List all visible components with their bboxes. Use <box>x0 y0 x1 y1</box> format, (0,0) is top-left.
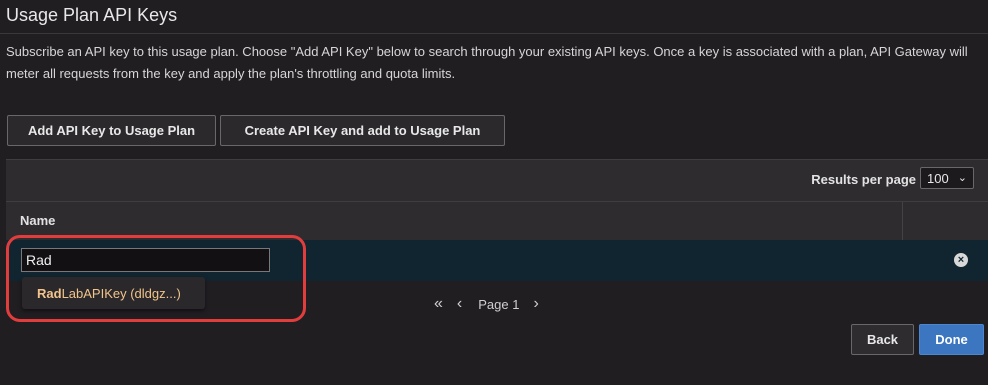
results-per-page-label: Results per page <box>811 172 916 187</box>
results-per-page-value: 100 <box>927 170 949 186</box>
done-button[interactable]: Done <box>919 324 984 355</box>
column-header-name[interactable]: Name <box>20 213 55 228</box>
page-indicator: Page 1 <box>478 296 520 312</box>
remove-icon[interactable]: × <box>954 253 968 267</box>
title-divider <box>0 33 988 34</box>
back-button[interactable]: Back <box>851 324 914 355</box>
next-page-icon[interactable]: › <box>533 295 538 313</box>
add-api-key-button[interactable]: Add API Key to Usage Plan <box>7 115 216 146</box>
column-divider <box>902 202 903 240</box>
highlight-annotation <box>6 235 306 322</box>
chevron-down-icon: ⌄ <box>957 172 967 184</box>
first-page-icon[interactable]: « <box>434 295 443 313</box>
prev-page-icon[interactable]: ‹ <box>457 295 462 313</box>
page-title: Usage Plan API Keys <box>6 5 178 25</box>
results-per-page-select[interactable]: 100 ⌄ <box>920 167 974 189</box>
table-toolbar: Results per page 100 ⌄ <box>6 159 988 201</box>
pagination: « ‹ Page 1 › <box>434 295 539 313</box>
description-text: Subscribe an API key to this usage plan.… <box>6 44 968 81</box>
create-api-key-button[interactable]: Create API Key and add to Usage Plan <box>220 115 505 146</box>
